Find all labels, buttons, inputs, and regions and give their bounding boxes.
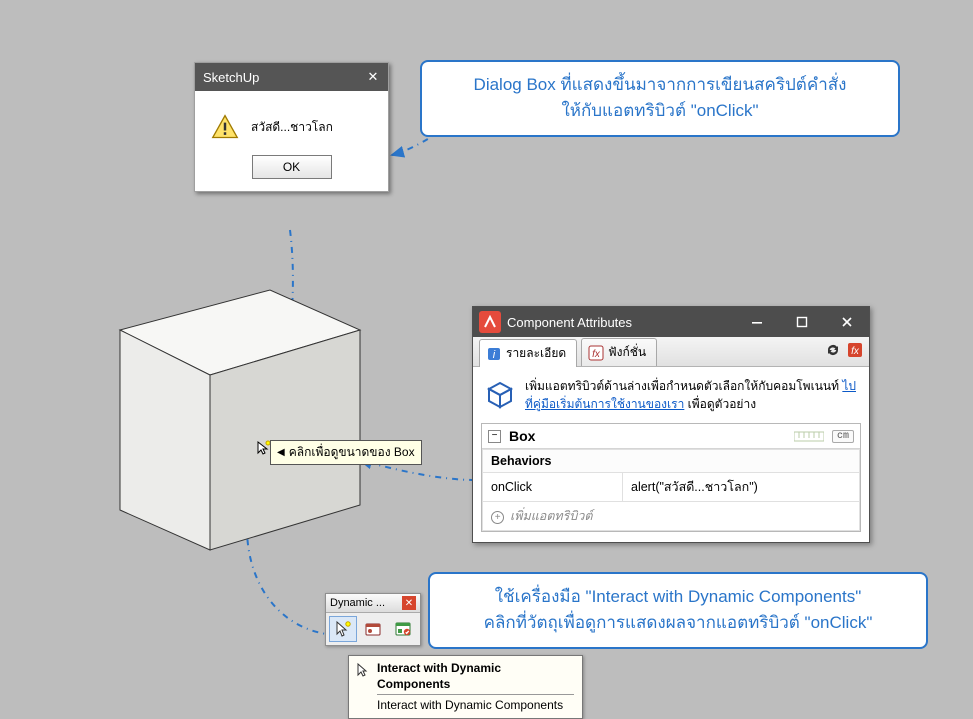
collapse-toggle[interactable]: − — [488, 430, 501, 443]
callout-dialog-explain: Dialog Box ที่แสดงขึ้นมาจากการเขียนสคริป… — [420, 60, 900, 137]
callout-line: ให้กับแอตทริบิวต์ "onClick" — [440, 98, 880, 124]
messagebox: SketchUp ✕ สวัสดี...ชาวโลก OK — [194, 62, 389, 192]
attr-name-cell[interactable]: onClick — [483, 473, 623, 502]
interact-icon — [355, 662, 371, 678]
ruler-icon — [794, 430, 824, 442]
component-options-tool[interactable] — [359, 616, 387, 642]
interact-tool[interactable] — [329, 616, 357, 642]
callout-line: ใช้เครื่องมือ "Interact with Dynamic Com… — [448, 584, 908, 610]
window-title: Component Attributes — [507, 315, 734, 330]
warning-icon — [211, 113, 239, 141]
callout-line: คลิกที่วัตถุเพื่อดูการแสดงผลจากแอตทริบิว… — [448, 610, 908, 636]
panel-description: เพิ่มแอตทริบิวต์ด้านล่างเพื่อกำหนดตัวเลื… — [473, 367, 869, 419]
plus-icon: + — [491, 511, 504, 524]
callout-interact-explain: ใช้เครื่องมือ "Interact with Dynamic Com… — [428, 572, 928, 649]
close-button[interactable] — [824, 307, 869, 337]
component-name: Box — [509, 428, 786, 444]
attribute-panel: − Box cm Behaviors onClick alert("สวัสดี… — [481, 423, 861, 532]
cube-tooltip: ◀ คลิกเพื่อดูขนาดของ Box — [270, 440, 422, 465]
toolbar-title[interactable]: Dynamic ... ✕ — [326, 594, 420, 613]
tab-details[interactable]: i รายละเอียด — [479, 339, 577, 367]
attributes-icon — [393, 619, 413, 639]
messagebox-title: SketchUp — [203, 70, 259, 85]
interact-icon — [333, 619, 353, 639]
messagebox-titlebar[interactable]: SketchUp ✕ — [195, 63, 388, 91]
callout-line: Dialog Box ที่แสดงขึ้นมาจากการเขียนสคริป… — [440, 72, 880, 98]
tab-label: ฟังก์ชั่น — [608, 343, 646, 362]
toggle-formula-icon[interactable]: fx — [847, 342, 863, 358]
component-attributes-tool[interactable] — [389, 616, 417, 642]
info-icon: i — [486, 346, 502, 362]
add-attribute-row[interactable]: + เพิ่มแอตทริบิวต์ — [483, 502, 860, 531]
function-icon: fx — [588, 345, 604, 361]
desc-text: เพื่อดูตัวอย่าง — [688, 397, 756, 411]
minimize-button[interactable] — [734, 307, 779, 337]
tab-functions[interactable]: fx ฟังก์ชั่น — [581, 338, 657, 366]
attr-value-cell[interactable]: alert("สวัสดี...ชาวโลก") — [623, 473, 860, 502]
ok-button[interactable]: OK — [252, 155, 332, 179]
refresh-icon[interactable] — [825, 342, 841, 358]
app-icon — [479, 311, 501, 333]
toolbar-title-text: Dynamic ... — [330, 597, 385, 609]
tab-label: รายละเอียด — [506, 344, 566, 363]
component-attributes-window: Component Attributes i รายละเอียด fx ฟัง… — [472, 306, 870, 543]
add-attr-label: เพิ่มแอตทริบิวต์ — [510, 509, 592, 523]
unit-label[interactable]: cm — [832, 430, 854, 443]
tooltip-text: คลิกเพื่อดูขนาดของ Box — [289, 443, 415, 462]
svg-text:fx: fx — [851, 346, 860, 357]
tooltip-title: Interact with Dynamic Components — [377, 660, 574, 695]
close-icon[interactable]: ✕ — [402, 596, 416, 610]
svg-text:fx: fx — [592, 349, 601, 360]
window-titlebar[interactable]: Component Attributes — [473, 307, 869, 337]
section-header: Behaviors — [483, 450, 860, 473]
attribute-row[interactable]: onClick alert("สวัสดี...ชาวโลก") — [483, 473, 860, 502]
options-icon — [363, 619, 383, 639]
cube-3d[interactable] — [100, 260, 370, 560]
tabs: i รายละเอียด fx ฟังก์ชั่น fx — [473, 337, 869, 367]
dynamic-components-toolbar[interactable]: Dynamic ... ✕ — [325, 593, 421, 646]
close-icon[interactable]: ✕ — [366, 69, 380, 85]
component-icon — [483, 377, 517, 411]
desc-text: เพิ่มแอตทริบิวต์ด้านล่างเพื่อกำหนดตัวเลื… — [525, 379, 842, 393]
tool-tooltip: Interact with Dynamic Components Interac… — [348, 655, 583, 719]
maximize-button[interactable] — [779, 307, 824, 337]
messagebox-text: สวัสดี...ชาวโลก — [251, 118, 333, 137]
